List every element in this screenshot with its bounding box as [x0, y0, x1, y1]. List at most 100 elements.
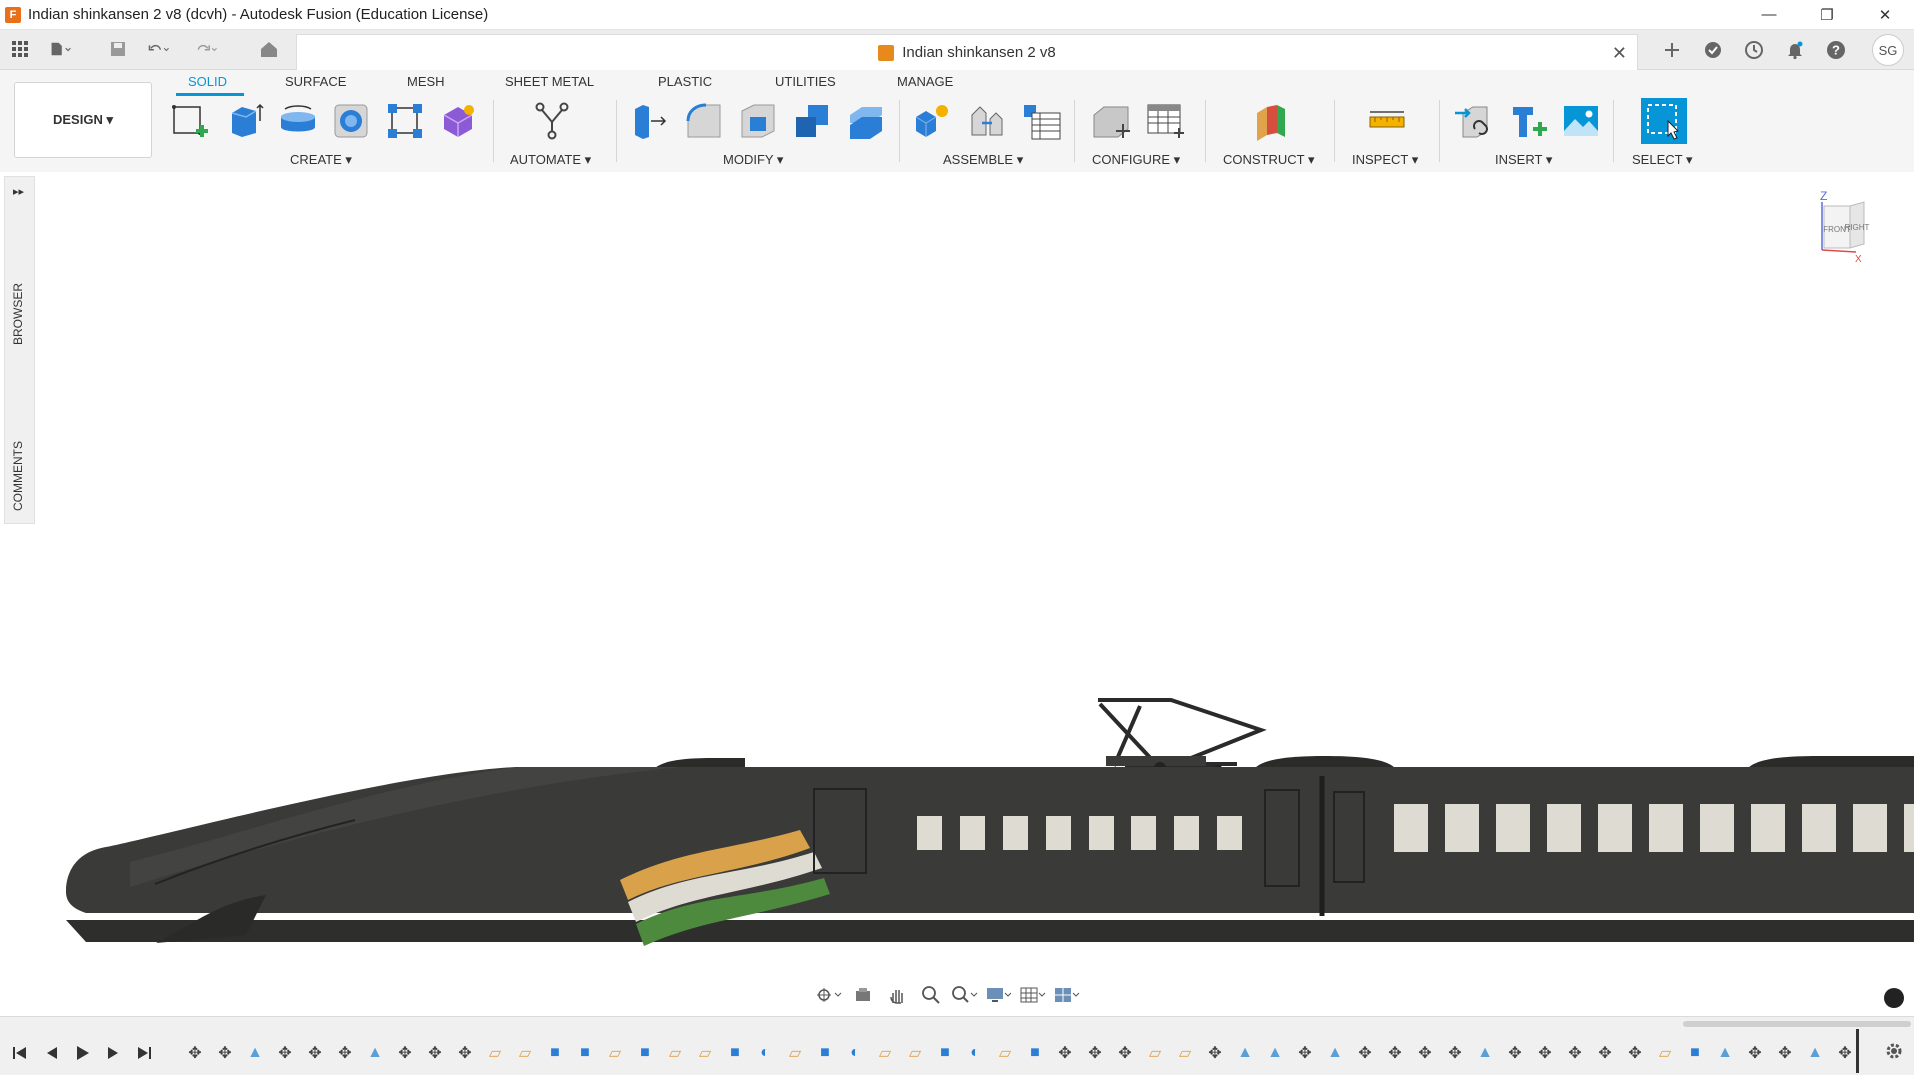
timeline-extrude-icon[interactable]: ■	[540, 1041, 570, 1065]
tab-plastic[interactable]: PLASTIC	[658, 74, 712, 89]
timeline-move-icon[interactable]: ✥	[1620, 1041, 1650, 1065]
timeline-first-icon[interactable]	[8, 1041, 32, 1065]
display-settings-icon[interactable]	[984, 983, 1014, 1007]
timeline-sketch-icon[interactable]: ▱	[1140, 1041, 1170, 1065]
automate-icon[interactable]	[531, 100, 573, 142]
timeline-move-icon[interactable]: ✥	[210, 1041, 240, 1065]
home-icon[interactable]	[258, 38, 280, 60]
comment-marker-icon[interactable]	[1884, 988, 1904, 1008]
insert-canvas-icon[interactable]	[1560, 100, 1602, 142]
grid-settings-icon[interactable]	[1018, 983, 1048, 1007]
timeline-move-icon[interactable]: ✥	[300, 1041, 330, 1065]
fillet-icon[interactable]	[683, 100, 725, 142]
canvas-viewport[interactable]: ▸▸ BROWSER COMMENTS Z X FRONT RIGHT	[0, 172, 1914, 1015]
redo-icon[interactable]	[196, 38, 218, 60]
timeline-sketch-icon[interactable]: ▱	[480, 1041, 510, 1065]
extensions-icon[interactable]	[1700, 37, 1726, 63]
timeline-move-icon[interactable]: ✥	[1500, 1041, 1530, 1065]
select-menu[interactable]: SELECT ▾	[1632, 152, 1692, 168]
configure-menu[interactable]: CONFIGURE ▾	[1092, 152, 1180, 168]
timeline-extrude-icon[interactable]: ■	[1680, 1041, 1710, 1065]
look-at-icon[interactable]	[848, 983, 878, 1007]
inspect-menu[interactable]: INSPECT ▾	[1352, 152, 1418, 168]
timeline-move-icon[interactable]: ✥	[1200, 1041, 1230, 1065]
timeline-move-icon[interactable]: ✥	[1410, 1041, 1440, 1065]
notifications-bell-icon[interactable]	[1782, 37, 1808, 63]
timeline-settings-gear-icon[interactable]	[1884, 1041, 1904, 1067]
user-avatar[interactable]: SG	[1872, 34, 1904, 66]
timeline-move-icon[interactable]: ✥	[1740, 1041, 1770, 1065]
timeline-sketch-icon[interactable]: ▱	[900, 1041, 930, 1065]
tab-manage[interactable]: MANAGE	[897, 74, 953, 89]
timeline-move-icon[interactable]: ✥	[420, 1041, 450, 1065]
joint-icon[interactable]	[965, 100, 1007, 142]
bill-of-materials-icon[interactable]	[1020, 100, 1062, 142]
create-sketch-icon[interactable]	[169, 100, 211, 142]
timeline-move-icon[interactable]: ✥	[1380, 1041, 1410, 1065]
timeline-extrude-icon[interactable]: ■	[1020, 1041, 1050, 1065]
construct-menu[interactable]: CONSTRUCT ▾	[1223, 152, 1315, 168]
timeline-marker[interactable]	[1856, 1029, 1859, 1073]
timeline-move-icon[interactable]: ✥	[270, 1041, 300, 1065]
data-panel-grid-icon[interactable]	[9, 38, 31, 60]
close-window-button[interactable]: ✕	[1856, 0, 1914, 29]
tab-solid[interactable]: SOLID	[188, 74, 227, 89]
timeline-extrude-icon[interactable]: ■	[810, 1041, 840, 1065]
timeline-mirror-icon[interactable]: ▲	[240, 1041, 270, 1065]
timeline-extrude-icon[interactable]: ■	[720, 1041, 750, 1065]
file-menu-icon[interactable]	[50, 38, 72, 60]
configuration-table-icon[interactable]	[1144, 100, 1186, 142]
timeline-scrollbar[interactable]	[1683, 1021, 1911, 1027]
timeline-sketch-icon[interactable]: ▱	[660, 1041, 690, 1065]
hole-icon[interactable]	[330, 100, 372, 142]
press-pull-icon[interactable]	[628, 100, 670, 142]
timeline-extrude-icon[interactable]: ■	[570, 1041, 600, 1065]
timeline-move-icon[interactable]: ✥	[1590, 1041, 1620, 1065]
timeline-move-icon[interactable]: ✥	[1770, 1041, 1800, 1065]
assemble-menu[interactable]: ASSEMBLE ▾	[943, 152, 1023, 168]
timeline-sketch-icon[interactable]: ▱	[1170, 1041, 1200, 1065]
tab-mesh[interactable]: MESH	[407, 74, 445, 89]
timeline-mirror-icon[interactable]: ▲	[1320, 1041, 1350, 1065]
shell-icon[interactable]	[737, 100, 779, 142]
timeline-move-icon[interactable]: ✥	[1530, 1041, 1560, 1065]
viewports-icon[interactable]	[1052, 983, 1082, 1007]
timeline-mirror-icon[interactable]: ▲	[360, 1041, 390, 1065]
modify-menu[interactable]: MODIFY ▾	[723, 152, 783, 168]
offset-plane-icon[interactable]	[1250, 100, 1292, 142]
orbit-icon[interactable]	[814, 983, 844, 1007]
timeline-prev-icon[interactable]	[40, 1041, 64, 1065]
select-tool-icon[interactable]	[1641, 98, 1687, 144]
close-tab-button[interactable]: ✕	[1612, 43, 1627, 64]
insert-mcmaster-icon[interactable]	[1507, 100, 1549, 142]
revolve-icon[interactable]	[277, 100, 319, 142]
timeline-sketch-icon[interactable]: ▱	[600, 1041, 630, 1065]
measure-icon[interactable]	[1366, 100, 1408, 142]
timeline-extrude-icon[interactable]: ■	[930, 1041, 960, 1065]
save-icon[interactable]	[107, 38, 129, 60]
offset-face-icon[interactable]	[845, 100, 887, 142]
timeline-sketch-icon[interactable]: ▱	[1650, 1041, 1680, 1065]
timeline-move-icon[interactable]: ✥	[1110, 1041, 1140, 1065]
zoom-icon[interactable]	[916, 983, 946, 1007]
timeline-extrude-icon[interactable]: ■	[630, 1041, 660, 1065]
timeline-revolve-icon[interactable]: ◐	[960, 1041, 990, 1065]
combine-icon[interactable]	[791, 100, 833, 142]
minimize-button[interactable]: —	[1740, 0, 1798, 29]
timeline-move-icon[interactable]: ✥	[1290, 1041, 1320, 1065]
timeline-move-icon[interactable]: ✥	[1350, 1041, 1380, 1065]
timeline-mirror-icon[interactable]: ▲	[1230, 1041, 1260, 1065]
fit-icon[interactable]	[950, 983, 980, 1007]
form-icon[interactable]	[437, 100, 479, 142]
rectangular-pattern-icon[interactable]	[384, 100, 426, 142]
timeline-mirror-icon[interactable]: ▲	[1710, 1041, 1740, 1065]
timeline-move-icon[interactable]: ✥	[1560, 1041, 1590, 1065]
timeline-next-icon[interactable]	[101, 1041, 125, 1065]
new-tab-plus-icon[interactable]	[1659, 37, 1685, 63]
timeline-mirror-icon[interactable]: ▲	[1800, 1041, 1830, 1065]
timeline-sketch-icon[interactable]: ▱	[780, 1041, 810, 1065]
timeline-sketch-icon[interactable]: ▱	[870, 1041, 900, 1065]
timeline-mirror-icon[interactable]: ▲	[1260, 1041, 1290, 1065]
workspace-switcher[interactable]: DESIGN ▾	[14, 82, 152, 158]
automate-menu[interactable]: AUTOMATE ▾	[510, 152, 591, 168]
